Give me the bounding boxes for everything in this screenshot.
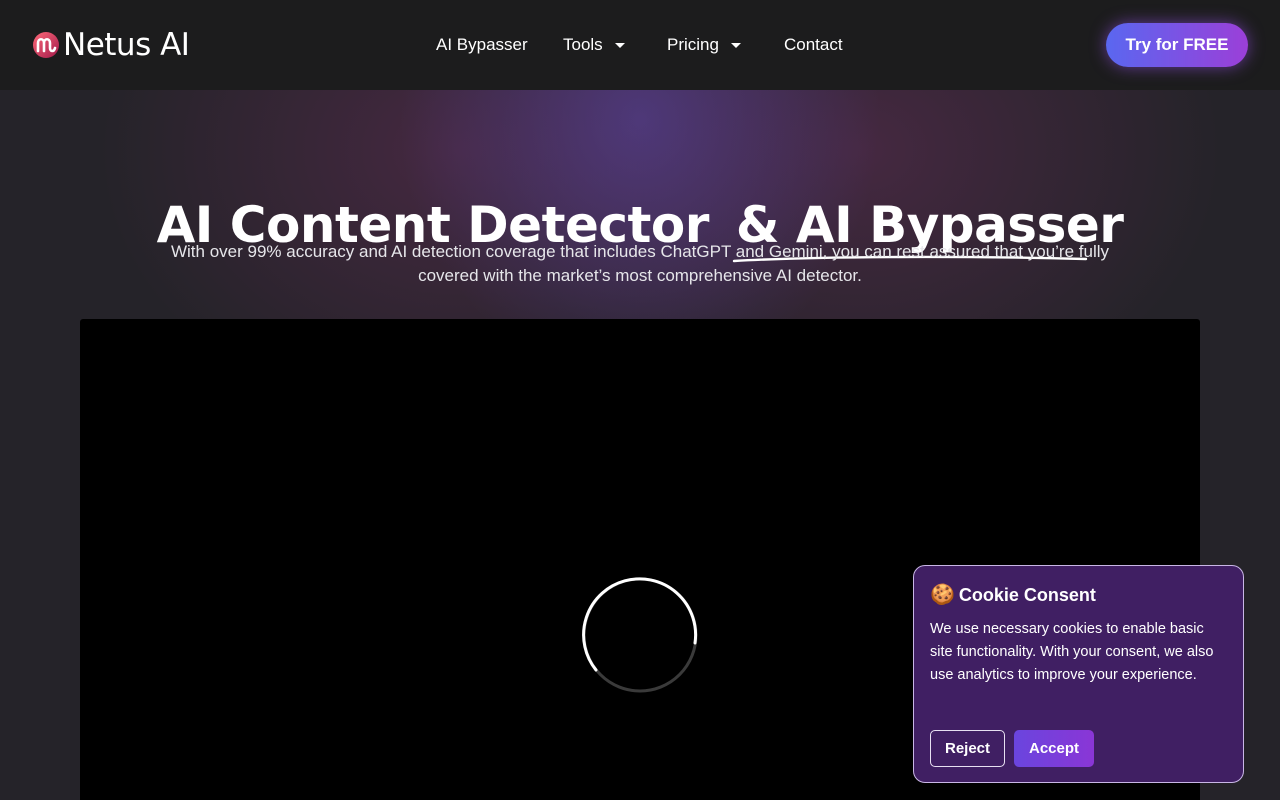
try-for-free-button[interactable]: Try for FREE <box>1106 23 1248 67</box>
loading-spinner-icon <box>582 577 698 693</box>
cookie-title-text: Cookie Consent <box>958 585 1096 605</box>
top-navigation: Netus AI AI Bypasser Tools Pricing Conta… <box>0 0 1280 90</box>
cookie-description: We use necessary cookies to enable basic… <box>930 621 1214 683</box>
nav-item-pricing[interactable]: Pricing <box>667 34 741 56</box>
cookie-consent-dialog: 🍪 Cookie Consent We use necessary cookie… <box>913 565 1244 783</box>
nav-item-label: Contact <box>784 35 843 54</box>
nav-item-label: AI Bypasser <box>436 35 528 54</box>
nav-item-tools[interactable]: Tools <box>563 34 625 56</box>
hero-subtitle-line2: covered with the market’s most comprehen… <box>418 266 862 285</box>
hero-subtitle-line1: With over 99% accuracy and AI detection … <box>170 242 1109 261</box>
accept-button[interactable]: Accept <box>1014 730 1094 767</box>
logo-text: Netus AI <box>63 27 190 63</box>
logo[interactable]: Netus AI <box>31 27 190 63</box>
cookie-title: 🍪 Cookie Consent <box>930 583 1096 607</box>
nav-item-label: Tools <box>563 35 603 54</box>
nav-item-ai-bypasser[interactable]: AI Bypasser <box>436 34 528 56</box>
reject-button[interactable]: Reject <box>930 730 1005 767</box>
cookie-icon: 🍪 <box>930 584 955 606</box>
nav-item-label: Pricing <box>667 35 719 54</box>
nav-item-contact[interactable]: Contact <box>784 34 843 56</box>
caret-down-icon <box>614 43 625 48</box>
hero-subtitle: With over 99% accuracy and AI detection … <box>160 240 1120 288</box>
caret-down-icon <box>730 43 741 48</box>
netus-logo-icon <box>33 32 59 58</box>
